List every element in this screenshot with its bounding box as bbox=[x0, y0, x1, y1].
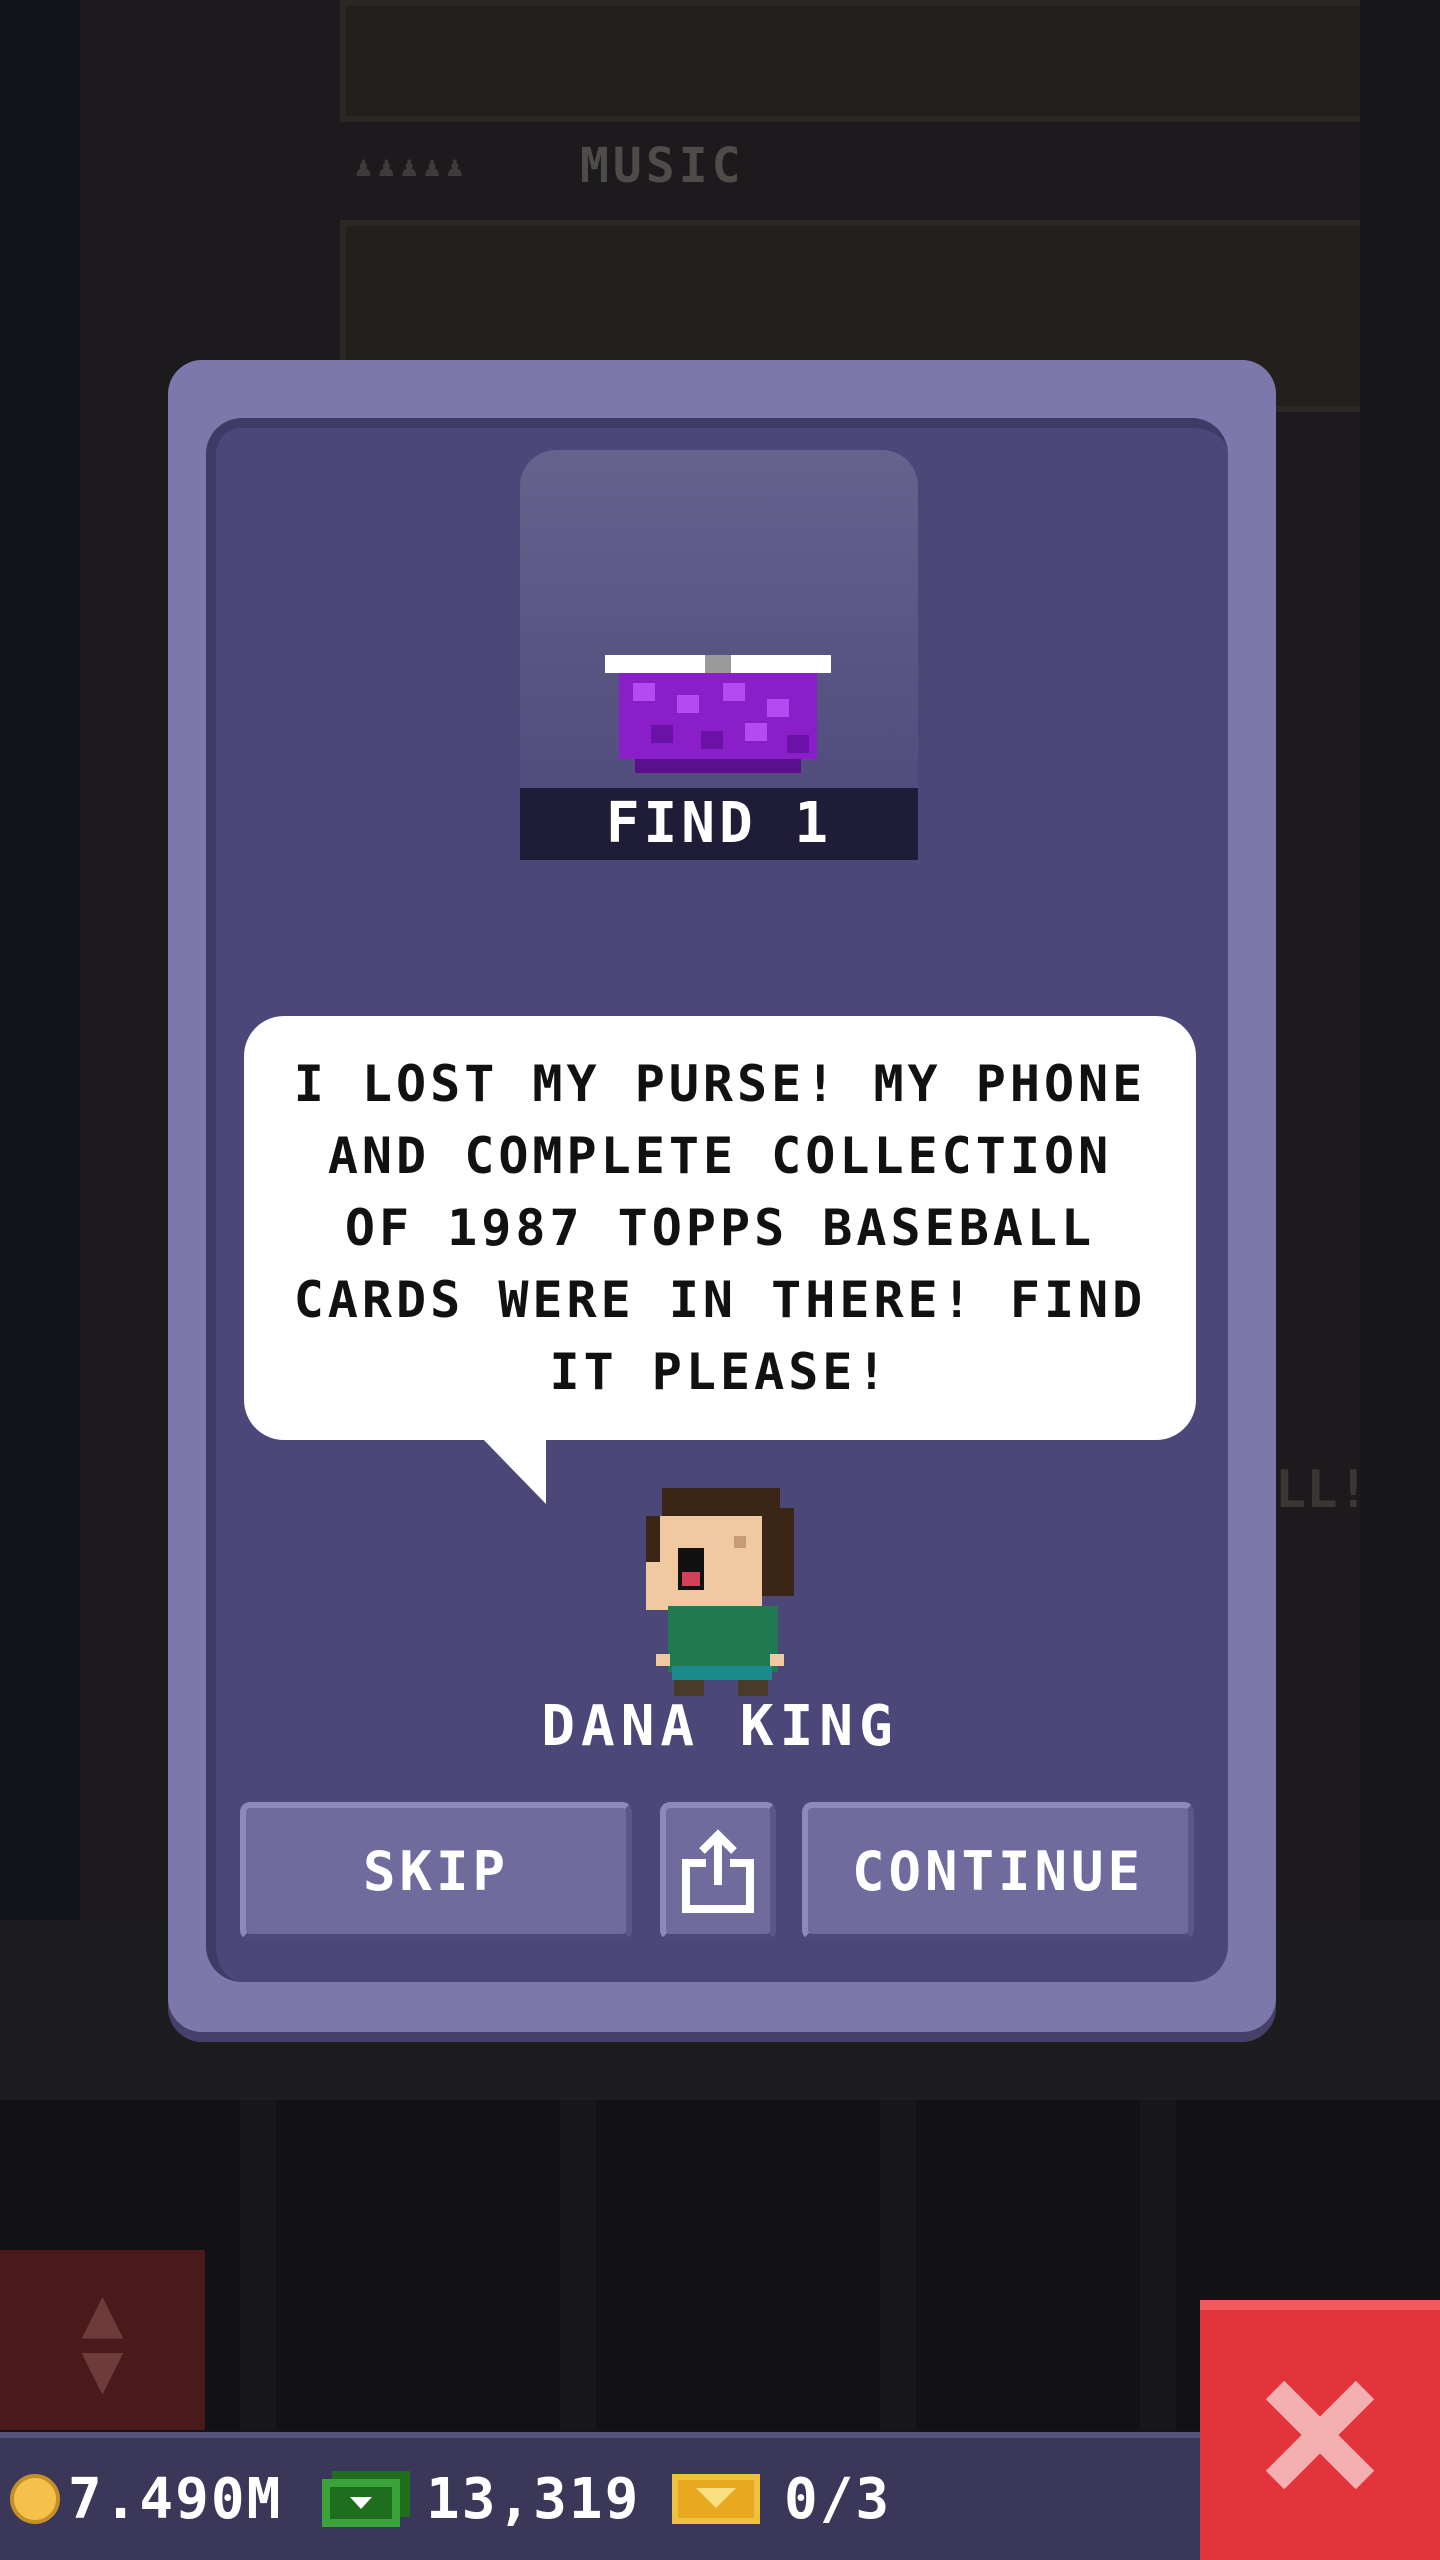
tower-bux-icon bbox=[322, 2471, 410, 2527]
share-icon bbox=[682, 1829, 754, 1913]
bux-value: 13,319 bbox=[426, 2466, 641, 2532]
background-pillar bbox=[1140, 2100, 1176, 2430]
background-pillar bbox=[880, 2100, 916, 2430]
background-wall-left bbox=[0, 0, 80, 2100]
tickets-counter: 0/3 bbox=[672, 2438, 891, 2560]
purse-icon bbox=[605, 655, 831, 773]
speech-bubble: I LOST MY PURSE! MY PHONE AND COMPLETE C… bbox=[244, 1016, 1196, 1440]
tickets-value: 0/3 bbox=[784, 2466, 892, 2532]
quest-speech-text: I LOST MY PURSE! MY PHONE AND COMPLETE C… bbox=[293, 1055, 1147, 1401]
elevator-control-button[interactable]: ▲ ▼ bbox=[0, 2250, 205, 2430]
quest-item-card: FIND 1 bbox=[520, 450, 918, 860]
coins-counter: 7.490M bbox=[10, 2438, 282, 2560]
background-pillar bbox=[240, 2100, 276, 2430]
quest-objective: FIND 1 bbox=[520, 788, 918, 860]
background-wall-right bbox=[1360, 0, 1440, 2100]
speech-bubble-tail bbox=[480, 1436, 546, 1504]
up-down-arrows-icon: ▲ ▼ bbox=[81, 2271, 124, 2409]
floor-residents-icon: ♟♟♟♟♟ bbox=[355, 150, 470, 183]
golden-ticket-icon bbox=[672, 2474, 760, 2524]
background-partial-sign: LL! bbox=[1275, 1460, 1369, 1520]
background-pillar bbox=[560, 2100, 596, 2430]
share-button[interactable] bbox=[660, 1802, 776, 1940]
skip-button[interactable]: SKIP bbox=[240, 1802, 632, 1940]
npc-name: DANA KING bbox=[541, 1694, 899, 1759]
coin-icon bbox=[10, 2474, 60, 2524]
close-button[interactable] bbox=[1200, 2300, 1440, 2560]
npc-character-sprite bbox=[646, 1488, 794, 1696]
bux-counter: 13,319 bbox=[322, 2438, 640, 2560]
close-icon bbox=[1265, 2380, 1375, 2490]
coins-value: 7.490M bbox=[68, 2466, 283, 2532]
continue-button[interactable]: CONTINUE bbox=[802, 1802, 1194, 1940]
floor-label: MUSIC bbox=[580, 138, 745, 194]
background-floor-top bbox=[340, 0, 1372, 122]
